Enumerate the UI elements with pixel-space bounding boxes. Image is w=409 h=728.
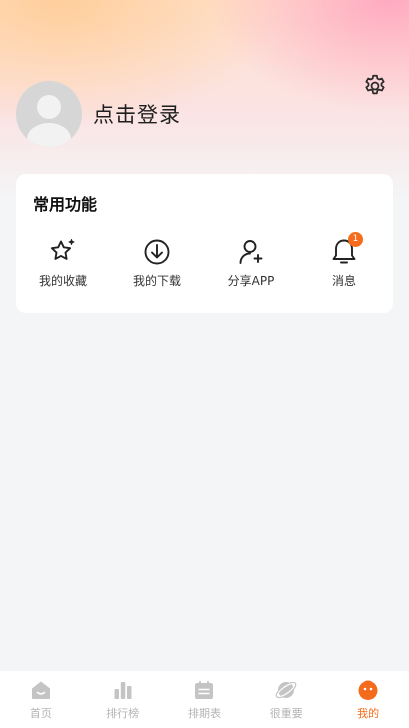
avatar[interactable] [16,81,82,147]
tab-ranking[interactable]: 排行榜 [82,671,164,728]
settings-button[interactable] [361,72,389,100]
section-title: 常用功能 [33,195,98,214]
tab-schedule[interactable]: 排期表 [164,671,246,728]
share-app-button[interactable]: 分享APP [211,236,291,290]
favorites-label: 我的收藏 [38,274,87,288]
common-functions-card: 常用功能 我的收藏 我的下载 分享APP 1 消息 [16,174,393,313]
default-avatar-icon [27,95,71,147]
tab-home-label: 首页 [29,707,52,720]
messages-button[interactable]: 1 消息 [304,232,384,290]
messages-label: 消息 [331,274,356,288]
tab-schedule-label: 排期表 [187,707,221,720]
download-icon [144,239,170,265]
home-icon [31,681,50,699]
gear-icon [365,74,385,95]
tab-important[interactable]: 很重要 [245,671,327,728]
star-sparkle-icon [50,239,75,260]
tab-mine-label: 我的 [357,707,380,720]
bar-chart-icon [114,682,132,699]
bottom-tab-bar: 首页 排行榜 排期表 很重要 我的 [0,671,409,728]
tab-home[interactable]: 首页 [0,671,82,728]
message-count-badge: 1 [348,232,363,247]
tab-ranking-label: 排行榜 [106,707,140,720]
calendar-icon [195,681,214,699]
share-app-label: 分享APP [227,274,275,288]
add-user-icon [239,240,263,264]
planet-icon [275,681,297,699]
login-link[interactable]: 点击登录 [93,101,181,129]
tab-important-label: 很重要 [269,707,303,720]
downloads-button[interactable]: 我的下载 [117,236,197,290]
profile-face-icon [358,680,378,700]
tab-mine[interactable]: 我的 [327,671,409,728]
downloads-label: 我的下载 [132,274,181,288]
favorites-button[interactable]: 我的收藏 [23,236,103,290]
